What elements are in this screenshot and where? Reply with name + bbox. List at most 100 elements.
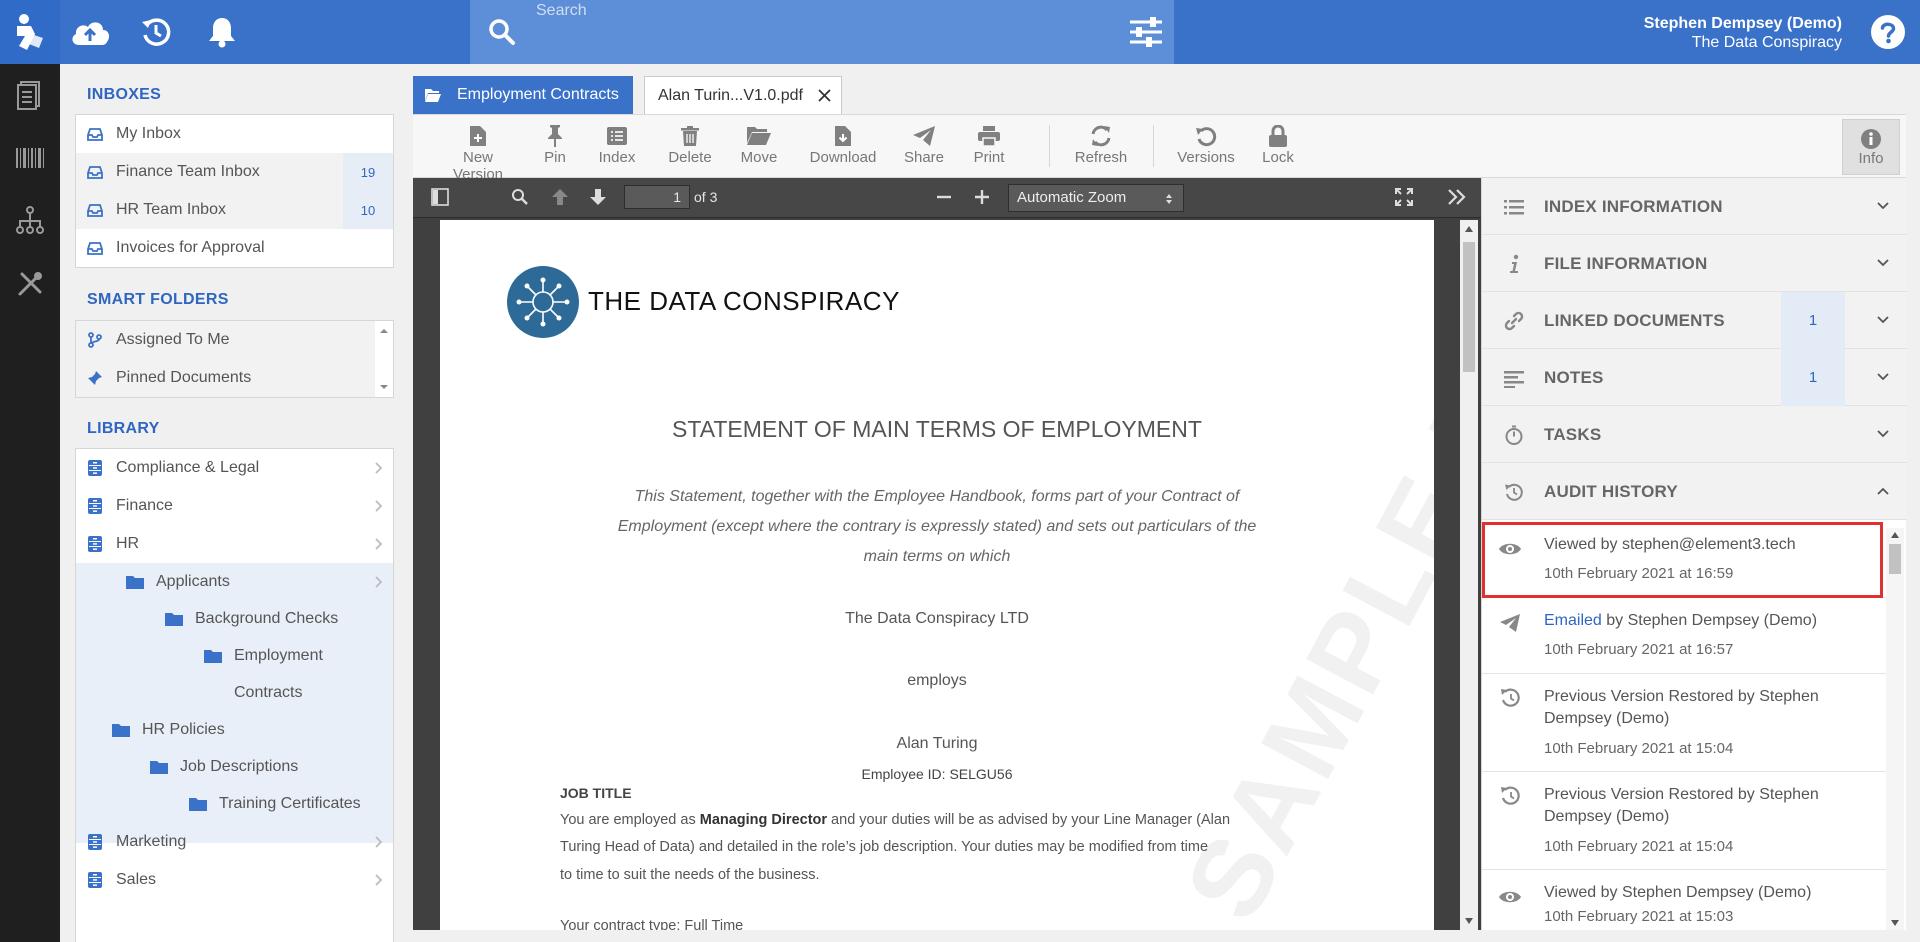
library-job-descriptions[interactable]: Job Descriptions <box>76 748 393 786</box>
section-linked-documents[interactable]: LINKED DOCUMENTS 1 <box>1482 292 1907 349</box>
tab-document[interactable]: Alan Turin...V1.0.pdf <box>644 76 842 114</box>
lock-button[interactable]: Lock <box>1255 123 1301 173</box>
scroll-down-icon[interactable] <box>1891 920 1899 926</box>
search-bar <box>470 0 1174 64</box>
close-tab-icon[interactable] <box>818 89 831 102</box>
section-notes[interactable]: NOTES 1 <box>1482 349 1907 406</box>
refresh-button[interactable]: Refresh <box>1071 123 1131 173</box>
inbox-finance-team[interactable]: Finance Team Inbox 19 <box>76 153 393 191</box>
upload-cloud-icon[interactable] <box>68 14 112 50</box>
library-training-certificates[interactable]: Training Certificates <box>76 785 393 823</box>
user-block[interactable]: Stephen Dempsey (Demo) The Data Conspira… <box>1644 14 1842 52</box>
pin-button[interactable]: Pin <box>535 123 575 173</box>
inbox-icon <box>86 125 104 143</box>
library-title: LIBRARY <box>87 420 160 437</box>
barcode-icon[interactable] <box>14 142 46 174</box>
smart-assigned-to-me[interactable]: Assigned To Me <box>76 321 376 359</box>
audit-scrollbar[interactable] <box>1886 528 1904 930</box>
library-label: Employment <box>234 647 323 664</box>
inbox-label: HR Team Inbox <box>116 201 226 218</box>
scroll-thumb[interactable] <box>1889 544 1901 574</box>
left-rail <box>0 0 60 942</box>
section-audit-history[interactable]: AUDIT HISTORY <box>1482 463 1907 520</box>
audit-emailed-link[interactable]: Emailed <box>1544 612 1602 629</box>
library-applicants[interactable]: Applicants <box>76 563 393 601</box>
library-sales[interactable]: Sales <box>76 861 393 899</box>
audit-entry[interactable]: Previous Version Restored by Stephen Dem… <box>1482 772 1887 870</box>
bell-icon[interactable] <box>200 14 244 50</box>
next-page-icon[interactable] <box>589 188 609 208</box>
employer-name: The Data Conspiracy LTD <box>845 610 1029 627</box>
audit-entry[interactable]: Previous Version Restored by Stephen Dem… <box>1482 674 1887 772</box>
audit-entry[interactable]: Emailed by Stephen Dempsey (Demo) 10th F… <box>1482 598 1887 674</box>
library-compliance-legal[interactable]: Compliance & Legal <box>76 449 393 487</box>
top-bar: Stephen Dempsey (Demo) The Data Conspira… <box>60 0 1920 64</box>
scroll-down-icon[interactable] <box>1465 918 1473 924</box>
refresh-icon <box>1071 123 1131 149</box>
section-tasks[interactable]: TASKS <box>1482 406 1907 463</box>
more-tools-icon[interactable] <box>1447 188 1467 208</box>
page-number-input[interactable] <box>624 185 690 209</box>
delete-button[interactable]: Delete <box>663 123 717 173</box>
org-name: The Data Conspiracy <box>1691 34 1842 51</box>
library-marketing[interactable]: Marketing <box>76 823 393 861</box>
scroll-thumb[interactable] <box>1463 242 1475 372</box>
toolbar-divider <box>1049 125 1050 167</box>
search-icon[interactable] <box>488 18 516 46</box>
print-button[interactable]: Print <box>967 123 1011 173</box>
documents-icon[interactable] <box>14 78 46 110</box>
smart-scrollbar[interactable] <box>375 321 393 397</box>
linked-count-badge: 1 <box>1781 292 1845 349</box>
audit-text: Previous Version Restored by Stephen Dem… <box>1544 688 1819 727</box>
section-index-information[interactable]: INDEX INFORMATION <box>1482 178 1907 235</box>
audit-text: Previous Version Restored by Stephen Dem… <box>1544 786 1819 825</box>
new-version-button[interactable]: New Version <box>437 123 519 183</box>
scroll-up-icon[interactable] <box>1891 532 1899 538</box>
share-button[interactable]: Share <box>899 123 949 173</box>
zoom-in-icon[interactable] <box>973 188 993 208</box>
library-label: Finance <box>116 497 173 514</box>
zoom-select[interactable]: Automatic Zoom <box>1008 184 1184 212</box>
fullscreen-icon[interactable] <box>1395 188 1415 208</box>
zoom-out-icon[interactable] <box>935 188 955 208</box>
user-name: Stephen Dempsey (Demo) <box>1643 15 1842 32</box>
history-icon[interactable] <box>134 14 178 50</box>
move-button[interactable]: Move <box>735 123 783 173</box>
inbox-hr-team[interactable]: HR Team Inbox 10 <box>76 191 393 229</box>
library-hr[interactable]: HR <box>76 525 393 563</box>
download-button[interactable]: Download <box>807 123 879 173</box>
library-employment-contracts[interactable]: Employment <box>76 637 393 675</box>
find-icon[interactable] <box>511 188 531 208</box>
library-employment-contracts-wrap[interactable]: Contracts <box>76 674 393 712</box>
eye-icon <box>1499 891 1521 903</box>
index-button[interactable]: Index <box>591 123 643 173</box>
library-background-checks[interactable]: Background Checks <box>76 600 393 638</box>
paper-plane-icon <box>899 123 949 149</box>
tools-icon[interactable] <box>14 268 46 300</box>
scroll-up-icon[interactable] <box>1465 226 1473 232</box>
versions-button[interactable]: Versions <box>1173 123 1239 173</box>
audit-time: 10th February 2021 at 15:04 <box>1544 740 1734 757</box>
library-finance[interactable]: Finance <box>76 487 393 525</box>
help-icon[interactable] <box>1870 14 1906 50</box>
pdf-scrollbar[interactable] <box>1460 220 1478 930</box>
library-label: HR Policies <box>142 721 225 738</box>
info-italic-icon <box>1510 254 1519 273</box>
inbox-invoices-approval[interactable]: Invoices for Approval <box>76 229 393 267</box>
app-logo[interactable] <box>0 0 60 64</box>
audit-entry[interactable]: Viewed by Stephen Dempsey (Demo) 10th Fe… <box>1482 870 1887 930</box>
section-file-information[interactable]: FILE INFORMATION <box>1482 235 1907 292</box>
pdf-page: SAMPLE DATA THE DATA CONSPIRACY STATEMEN… <box>440 220 1434 930</box>
workflow-icon[interactable] <box>14 204 46 236</box>
previous-page-icon[interactable] <box>551 188 571 208</box>
sidebar-toggle-icon[interactable] <box>431 188 451 208</box>
library-hr-policies[interactable]: HR Policies <box>76 711 393 749</box>
smart-pinned-documents[interactable]: Pinned Documents <box>76 359 376 397</box>
filter-sliders-icon[interactable] <box>1128 16 1164 48</box>
list-icon <box>1504 200 1524 215</box>
folder-icon <box>204 647 222 665</box>
inbox-my-inbox[interactable]: My Inbox <box>76 115 393 153</box>
tab-employment-contracts[interactable]: Employment Contracts <box>413 76 633 114</box>
search-input[interactable] <box>536 0 1156 22</box>
info-button[interactable]: Info <box>1842 119 1900 175</box>
